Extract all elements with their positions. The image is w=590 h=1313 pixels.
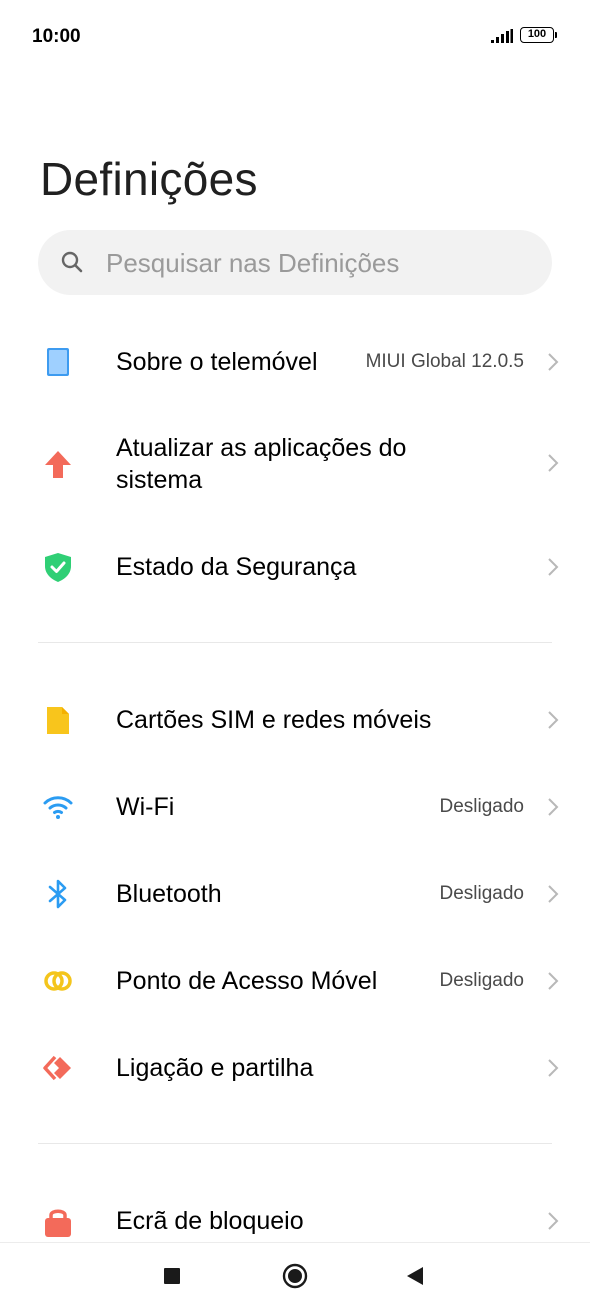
chevron-right-icon xyxy=(548,798,559,816)
chevron-right-icon xyxy=(548,1212,559,1230)
section-divider xyxy=(38,1143,552,1144)
settings-item-value: Desligado xyxy=(439,796,525,817)
chevron-right-icon xyxy=(548,885,559,903)
settings-item-label: Wi-Fi xyxy=(116,793,175,821)
settings-item-value: Desligado xyxy=(439,970,525,991)
phone-icon xyxy=(47,348,69,376)
chevron-right-icon xyxy=(548,711,559,729)
chevron-right-icon xyxy=(548,454,559,472)
signal-strength-icon xyxy=(491,29,513,43)
settings-item-label: Atualizar as aplicações do xyxy=(116,434,407,462)
settings-item-sim-cards[interactable]: Cartões SIM e redes móveis xyxy=(0,688,590,752)
status-time: 10:00 xyxy=(32,26,81,47)
chevron-right-icon xyxy=(548,1059,559,1077)
settings-item-label-line2: sistema xyxy=(116,466,203,494)
battery-indicator: 100 xyxy=(520,27,557,43)
settings-item-label: Estado da Segurança xyxy=(116,553,357,581)
sim-card-icon xyxy=(47,707,69,734)
chevron-right-icon xyxy=(548,972,559,990)
lock-icon xyxy=(45,1209,71,1237)
page-title: Definições xyxy=(40,153,258,205)
settings-item-security-status[interactable]: Estado da Segurança xyxy=(0,535,590,599)
shield-check-icon xyxy=(45,553,71,582)
home-circle-icon[interactable] xyxy=(282,1263,308,1289)
wifi-icon xyxy=(43,796,73,819)
settings-item-hotspot[interactable]: Ponto de Acesso Móvel Desligado xyxy=(0,949,590,1013)
settings-item-label: Cartões SIM e redes móveis xyxy=(116,706,432,734)
chevron-right-icon xyxy=(548,353,559,371)
settings-item-value: MIUI Global 12.0.5 xyxy=(365,351,524,372)
settings-item-label: Bluetooth xyxy=(116,880,222,908)
settings-item-label: Sobre o telemóvel xyxy=(116,348,318,376)
settings-item-lock-screen[interactable]: Ecrã de bloqueio xyxy=(0,1189,590,1242)
settings-item-label: Ecrã de bloqueio xyxy=(116,1207,304,1235)
search-input[interactable] xyxy=(106,246,526,280)
settings-item-value: Desligado xyxy=(439,883,525,904)
bluetooth-icon xyxy=(48,879,67,909)
connection-sharing-icon xyxy=(43,1055,71,1081)
settings-item-label: Ligação e partilha xyxy=(116,1054,314,1082)
status-bar: 10:00 100 xyxy=(0,0,590,70)
back-triangle-icon[interactable] xyxy=(405,1266,425,1286)
recents-square-icon[interactable] xyxy=(163,1267,181,1285)
update-arrow-icon xyxy=(45,451,71,478)
settings-item-label: Ponto de Acesso Móvel xyxy=(116,967,378,995)
search-icon xyxy=(61,251,83,273)
settings-item-system-app-updates[interactable]: Atualizar as aplicações do sistema xyxy=(0,420,590,506)
settings-item-about-phone[interactable]: Sobre o telemóvel MIUI Global 12.0.5 xyxy=(0,330,590,394)
settings-item-bluetooth[interactable]: Bluetooth Desligado xyxy=(0,862,590,926)
settings-item-wifi[interactable]: Wi-Fi Desligado xyxy=(0,775,590,839)
settings-item-connection-sharing[interactable]: Ligação e partilha xyxy=(0,1036,590,1100)
hotspot-icon xyxy=(44,971,72,991)
chevron-right-icon xyxy=(548,558,559,576)
section-divider xyxy=(38,642,552,643)
navigation-bar xyxy=(0,1242,590,1313)
